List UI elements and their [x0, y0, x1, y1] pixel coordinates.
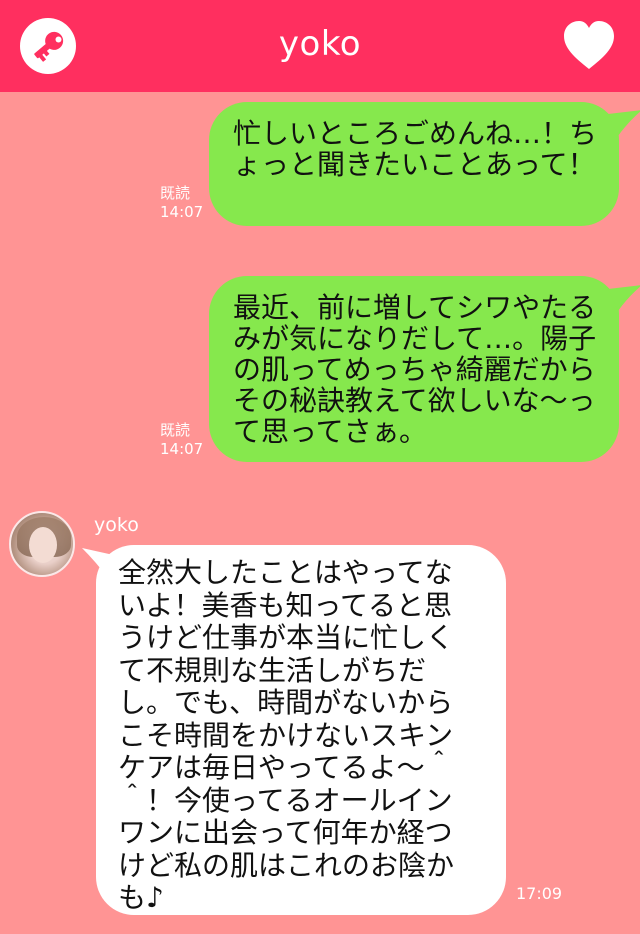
chat-title: yoko — [278, 24, 362, 64]
bubble-tail — [608, 110, 640, 136]
read-label: 既読 — [160, 184, 191, 202]
heart-button[interactable] — [562, 20, 616, 72]
sent-message-bubble[interactable]: 忙しいところごめんね…！ちょっと聞きたいことあって！ — [209, 102, 619, 226]
sender-name: yoko — [94, 514, 139, 536]
message-text: 全然大したことはやってないよ！美香も知ってると思うけど仕事が本当に忙しくて不規則… — [118, 556, 455, 914]
heart-icon — [564, 21, 614, 69]
sent-message-bubble[interactable]: 最近、前に増してシワやたるみが気になりだして…。陽子の肌ってめっちゃ綺麗だからそ… — [209, 276, 619, 462]
message-time: 17:09 — [516, 884, 563, 903]
avatar-face — [29, 527, 57, 563]
read-receipt: 既読 14:07 — [160, 184, 203, 222]
message-time: 14:07 — [160, 440, 204, 458]
read-receipt: 既読 14:07 — [160, 421, 203, 459]
avatar[interactable] — [9, 511, 75, 577]
received-message-bubble[interactable]: 全然大したことはやってないよ！美香も知ってると思うけど仕事が本当に忙しくて不規則… — [96, 545, 506, 915]
bubble-tail — [608, 285, 640, 311]
message-text: 最近、前に増してシワやたるみが気になりだして…。陽子の肌ってめっちゃ綺麗だからそ… — [233, 291, 597, 448]
message-time: 14:07 — [160, 203, 204, 221]
read-label: 既読 — [160, 421, 191, 439]
message-text: 忙しいところごめんね…！ちょっと聞きたいことあって！ — [233, 117, 598, 181]
chat-header: yoko — [0, 0, 640, 92]
